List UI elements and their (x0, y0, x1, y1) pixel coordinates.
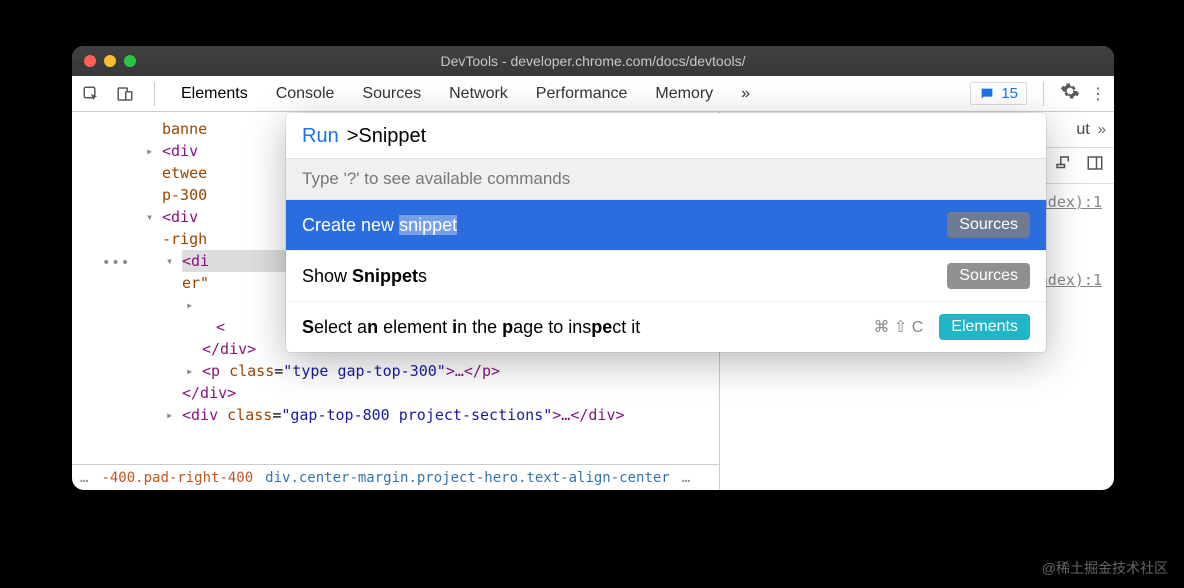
traffic-lights (84, 55, 136, 67)
styles-overflow-icon[interactable]: » (1098, 121, 1106, 138)
command-category-pill: Elements (939, 314, 1030, 340)
command-menu: Run > Type '?' to see available commands… (286, 113, 1046, 352)
command-input-row[interactable]: Run > (286, 113, 1046, 158)
crumb-1[interactable]: -400.pad-right-400 (101, 470, 253, 486)
main-toolbar: Elements Console Sources Network Perform… (72, 76, 1114, 112)
brush-icon[interactable] (1054, 154, 1072, 177)
device-icon[interactable] (114, 83, 136, 105)
tab-performance[interactable]: Performance (528, 85, 636, 103)
command-item-select-element[interactable]: Select an element in the page to inspect… (286, 302, 1046, 352)
gear-icon[interactable] (1060, 81, 1080, 106)
tabs-overflow-icon[interactable]: » (733, 85, 758, 103)
crumb-2[interactable]: div.center-margin.project-hero.text-alig… (265, 470, 670, 486)
command-prefix: > (347, 125, 359, 148)
zoom-icon[interactable] (124, 55, 136, 67)
styles-tab-fragment[interactable]: ut (1076, 121, 1089, 139)
close-icon[interactable] (84, 55, 96, 67)
crumb-overflow-right[interactable]: … (682, 470, 691, 486)
crumb-overflow-left[interactable]: … (80, 470, 89, 486)
tab-sources[interactable]: Sources (354, 85, 429, 103)
command-run-label: Run (302, 125, 339, 148)
tab-console[interactable]: Console (268, 85, 343, 103)
command-input[interactable] (358, 125, 1030, 148)
keyboard-shortcut: ⌘ ⇧ C (873, 317, 923, 337)
command-category-pill: Sources (947, 263, 1030, 289)
tab-elements[interactable]: Elements (173, 85, 256, 103)
watermark: @稀土掘金技术社区 (1042, 558, 1168, 578)
command-hint: Type '?' to see available commands (286, 158, 1046, 200)
command-item-create-snippet[interactable]: Create new snippet Sources (286, 200, 1046, 251)
command-category-pill: Sources (947, 212, 1030, 238)
issues-badge[interactable]: 15 (970, 82, 1027, 105)
tab-network[interactable]: Network (441, 85, 516, 103)
minimize-icon[interactable] (104, 55, 116, 67)
devtools-window: DevTools - developer.chrome.com/docs/dev… (72, 46, 1114, 490)
kebab-icon[interactable]: ⋮ (1090, 84, 1106, 104)
window-title: DevTools - developer.chrome.com/docs/dev… (72, 53, 1114, 69)
separator (1043, 82, 1044, 106)
command-item-show-snippets[interactable]: Show Snippets Sources (286, 251, 1046, 302)
breadcrumb[interactable]: … -400.pad-right-400 div.center-margin.p… (72, 464, 719, 490)
issues-count: 15 (1001, 85, 1018, 102)
titlebar: DevTools - developer.chrome.com/docs/dev… (72, 46, 1114, 76)
sidebar-toggle-icon[interactable] (1086, 154, 1104, 177)
separator (154, 82, 155, 106)
tab-memory[interactable]: Memory (647, 85, 721, 103)
inspect-icon[interactable] (80, 83, 102, 105)
